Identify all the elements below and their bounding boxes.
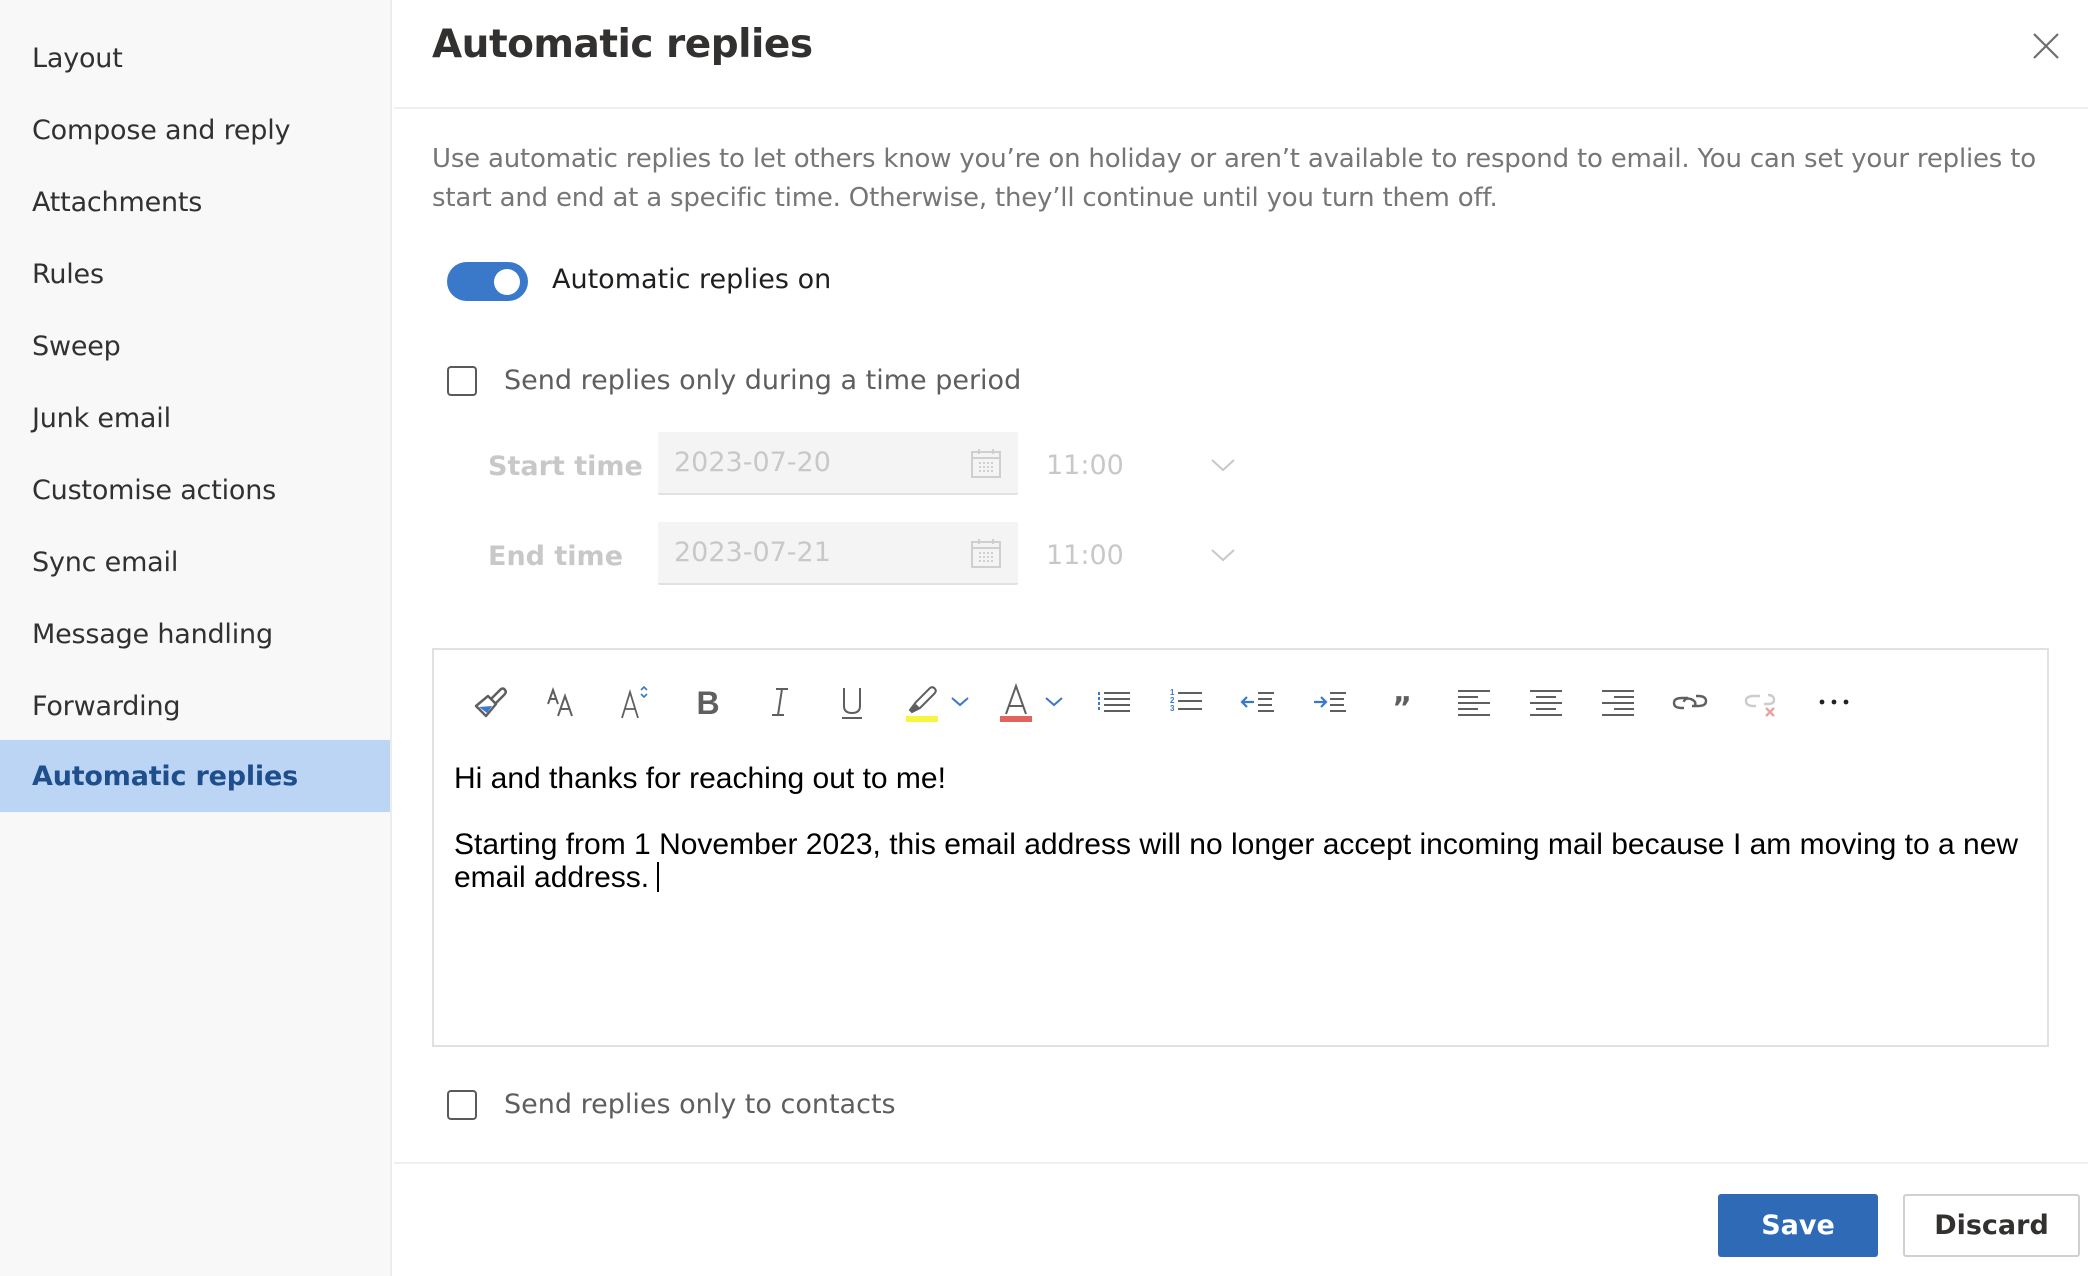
close-button[interactable]: [2030, 30, 2062, 62]
format-painter-icon: [474, 687, 508, 718]
bold-button[interactable]: B: [686, 680, 730, 724]
decrease-indent-button[interactable]: [1236, 680, 1280, 724]
font-icon: [547, 687, 573, 717]
sidebar-item-junk-email[interactable]: Junk email: [0, 382, 390, 454]
bold-icon: B: [696, 685, 719, 721]
align-center-icon: [1530, 690, 1562, 716]
end-time-label: End time: [488, 541, 623, 572]
remove-link-button[interactable]: [1740, 680, 1784, 724]
increase-indent-icon: [1314, 692, 1346, 712]
chevron-down-icon: [1211, 459, 1235, 472]
font-size-icon: [621, 685, 648, 719]
align-right-button[interactable]: [1596, 680, 1640, 724]
message-body[interactable]: Hi and thanks for reaching out to me! St…: [454, 762, 2024, 894]
footer-divider: [394, 1162, 2088, 1164]
toggle-knob: [494, 269, 520, 295]
insert-link-button[interactable]: [1668, 680, 1712, 724]
sidebar-item-forwarding[interactable]: Forwarding: [0, 670, 390, 742]
sidebar-item-layout[interactable]: Layout: [0, 22, 390, 94]
remove-link-icon: [1744, 693, 1776, 717]
message-line-main: Starting from 1 November 2023, this emai…: [454, 828, 2024, 894]
decrease-indent-icon: [1240, 692, 1274, 712]
start-date-input[interactable]: 2023-07-20: [658, 432, 1018, 495]
settings-sidebar: Layout Compose and reply Attachments Rul…: [0, 0, 392, 1276]
sidebar-item-message-handling[interactable]: Message handling: [0, 598, 390, 670]
end-date-input[interactable]: 2023-07-21: [658, 522, 1018, 585]
header-divider: [394, 107, 2088, 109]
chevron-down-icon: [1211, 549, 1235, 562]
end-date-value: 2023-07-21: [674, 537, 831, 568]
sidebar-item-attachments[interactable]: Attachments: [0, 166, 390, 238]
format-painter-button[interactable]: [470, 680, 514, 724]
start-time-label: Start time: [488, 451, 643, 482]
highlight-icon: [906, 686, 969, 722]
message-editor: B 1 2 3 ” Hi and thanks for reaching out…: [432, 648, 2049, 1047]
time-period-checkbox-label: Send replies only during a time period: [504, 365, 1022, 396]
font-button[interactable]: [542, 680, 586, 724]
italic-icon: [772, 688, 788, 716]
contacts-only-checkbox[interactable]: [447, 1090, 477, 1120]
underline-icon: [842, 688, 862, 719]
save-button[interactable]: Save: [1718, 1194, 1878, 1257]
end-time-value: 11:00: [1046, 540, 1124, 571]
message-line-main-text: Starting from 1 November 2023, this emai…: [454, 828, 2019, 894]
font-size-button[interactable]: [614, 680, 658, 724]
end-time-select[interactable]: 11:00: [1046, 524, 1236, 587]
svg-text:B: B: [696, 685, 719, 721]
calendar-icon: [971, 449, 1001, 478]
sidebar-item-rules[interactable]: Rules: [0, 238, 390, 310]
numbering-icon: 123: [1170, 688, 1202, 713]
more-options-button[interactable]: [1812, 680, 1856, 724]
quote-button[interactable]: ”: [1380, 680, 1424, 724]
link-icon: [1672, 694, 1708, 710]
svg-text:3: 3: [1170, 704, 1175, 713]
quote-icon: ”: [1392, 691, 1412, 722]
text-cursor: [657, 862, 660, 892]
start-time-value: 11:00: [1046, 450, 1124, 481]
calendar-icon: [971, 539, 1001, 568]
increase-indent-button[interactable]: [1308, 680, 1352, 724]
align-left-icon: [1458, 690, 1490, 716]
sidebar-item-sync-email[interactable]: Sync email: [0, 526, 390, 598]
toggle-label: Automatic replies on: [552, 264, 832, 295]
page-title: Automatic replies: [432, 22, 813, 67]
sidebar-item-compose-and-reply[interactable]: Compose and reply: [0, 94, 390, 166]
align-right-icon: [1602, 690, 1634, 716]
formatting-toolbar: B 1 2 3 ”: [434, 650, 2047, 750]
align-left-button[interactable]: [1452, 680, 1496, 724]
automatic-replies-toggle[interactable]: [447, 262, 528, 301]
font-color-button[interactable]: [998, 680, 1078, 724]
font-color-icon: [1000, 683, 1063, 722]
highlight-button[interactable]: [900, 680, 980, 724]
start-time-select[interactable]: 11:00: [1046, 434, 1236, 497]
sidebar-item-automatic-replies[interactable]: Automatic replies: [0, 740, 390, 812]
description-text: Use automatic replies to let others know…: [432, 144, 2036, 213]
start-date-value: 2023-07-20: [674, 447, 831, 478]
automatic-replies-panel: Automatic replies Use automatic replies …: [394, 0, 2088, 1276]
sidebar-item-customise-actions[interactable]: Customise actions: [0, 454, 390, 526]
close-icon: [2033, 33, 2059, 59]
italic-button[interactable]: [758, 680, 802, 724]
align-center-button[interactable]: [1524, 680, 1568, 724]
numbering-button[interactable]: 123: [1164, 680, 1208, 724]
bullets-icon: [1098, 692, 1130, 712]
contacts-only-checkbox-label: Send replies only to contacts: [504, 1089, 896, 1120]
more-options-icon: [1819, 699, 1849, 705]
bullets-button[interactable]: [1092, 680, 1136, 724]
underline-button[interactable]: [830, 680, 874, 724]
discard-button[interactable]: Discard: [1903, 1194, 2080, 1257]
sidebar-item-sweep[interactable]: Sweep: [0, 310, 390, 382]
svg-text:”: ”: [1392, 691, 1412, 722]
time-period-checkbox[interactable]: [447, 366, 477, 396]
message-line-greeting: Hi and thanks for reaching out to me!: [454, 762, 946, 795]
